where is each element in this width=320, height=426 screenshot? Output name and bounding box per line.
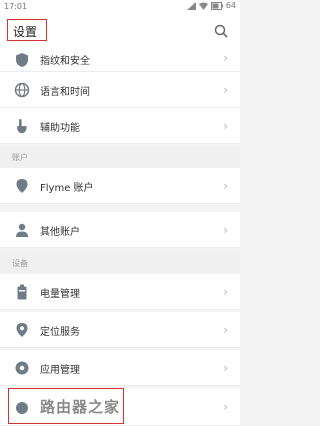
shield-icon (16, 53, 28, 67)
section-header-accounts: 账户 (0, 146, 240, 168)
section-title: 账户 (12, 153, 28, 162)
chevron-right-icon: › (223, 400, 228, 414)
settings-item-battery[interactable]: 电量管理 › (0, 274, 240, 310)
settings-item-label: 语言和时间 (40, 87, 90, 98)
location-icon (16, 323, 28, 337)
watermark-text: 路由器之家 (40, 398, 121, 416)
chevron-right-icon: › (223, 223, 228, 237)
location-pin-icon (16, 179, 28, 193)
settings-item-label: 电量管理 (40, 289, 80, 300)
settings-item-other-accounts[interactable]: 其他账户 › (0, 212, 240, 248)
settings-item-label: 应用管理 (40, 365, 80, 376)
settings-item-apps[interactable]: 应用管理 › (0, 350, 240, 386)
settings-item-security[interactable]: 指纹和安全 › (0, 48, 240, 72)
chevron-right-icon: › (223, 179, 228, 193)
apps-icon (15, 361, 29, 375)
battery-status-icon (210, 1, 223, 10)
settings-item-label: 定位服务 (40, 327, 80, 338)
globe-icon (14, 82, 30, 98)
status-time: 17:01 (4, 2, 28, 11)
settings-item-label: 指纹和安全 (40, 56, 90, 67)
settings-item-accessibility[interactable]: 辅助功能 › (0, 108, 240, 144)
signal-icon (186, 1, 196, 10)
app-bar: 设置 (0, 14, 240, 49)
settings-item-label: Flyme 账户 (40, 183, 94, 194)
wifi-icon (198, 2, 208, 10)
chevron-right-icon: › (223, 119, 228, 133)
chevron-right-icon: › (223, 83, 228, 97)
battery-level: 64 (225, 1, 236, 10)
battery-icon (17, 284, 27, 300)
settings-item-flyme-account[interactable]: Flyme 账户 › (0, 168, 240, 204)
section-header-device: 设备 (0, 252, 240, 274)
settings-item-language[interactable]: 语言和时间 › (0, 72, 240, 108)
settings-item-location[interactable]: 定位服务 › (0, 312, 240, 348)
chevron-right-icon: › (223, 361, 228, 375)
settings-item-label: 辅助功能 (40, 123, 80, 134)
hand-icon (17, 119, 27, 133)
search-icon[interactable] (214, 24, 228, 38)
chevron-right-icon: › (223, 51, 228, 65)
status-icons: 64 (186, 1, 236, 10)
chevron-right-icon: › (223, 323, 228, 337)
person-icon (16, 223, 28, 237)
page-title: 设置 (13, 25, 38, 39)
settings-item-label: 其他账户 (40, 227, 80, 238)
status-bar: 17:01 64 (0, 0, 240, 14)
section-title: 设备 (12, 259, 28, 268)
chevron-right-icon: › (223, 285, 228, 299)
